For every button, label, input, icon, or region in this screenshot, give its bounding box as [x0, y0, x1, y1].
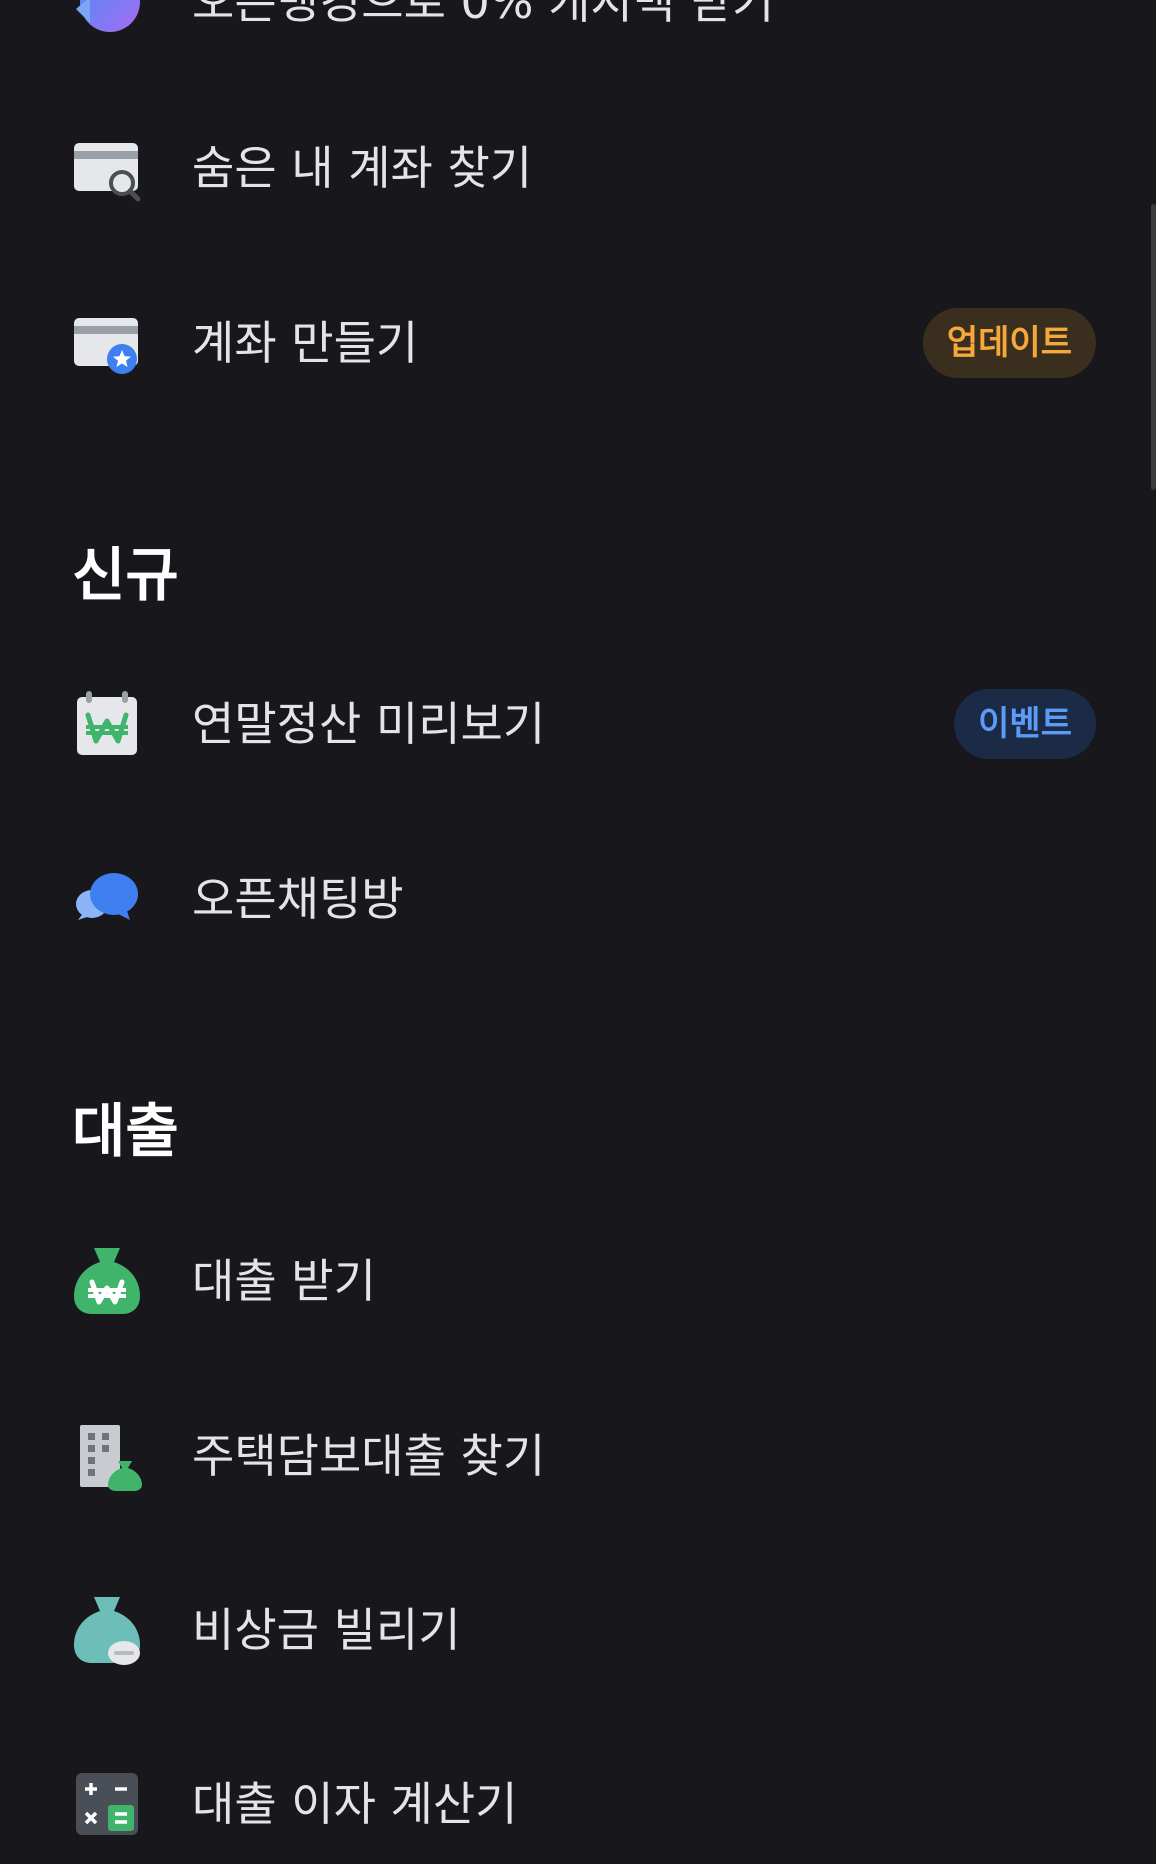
menu-item-open-chat[interactable]: 오픈채팅방	[0, 839, 1156, 959]
menu-item-cashback[interactable]: 오픈뱅킹으로 0% 캐시백 받기	[0, 0, 1156, 62]
section-title-loan: 대출	[72, 1097, 179, 1165]
menu-item-label: 대출 받기	[192, 1254, 376, 1308]
menu-item-tax-preview[interactable]: 연말정산 미리보기 이벤트	[0, 664, 1156, 784]
menu-item-label: 오픈채팅방	[192, 872, 404, 926]
menu-item-label: 대출 이자 계산기	[192, 1777, 518, 1831]
menu-item-label: 계좌 만들기	[192, 316, 419, 370]
tax-calendar-icon	[72, 689, 142, 759]
menu-item-interest-calculator[interactable]: 대출 이자 계산기	[0, 1744, 1156, 1864]
menu-item-label: 비상금 빌리기	[192, 1603, 461, 1657]
calculator-icon	[72, 1769, 142, 1839]
account-search-icon	[72, 133, 142, 203]
menu-item-get-loan[interactable]: 대출 받기	[0, 1221, 1156, 1341]
event-badge: 이벤트	[954, 689, 1096, 759]
money-bag-icon	[72, 1246, 142, 1316]
emergency-bag-icon	[72, 1595, 142, 1665]
menu-item-mortgage[interactable]: 주택담보대출 찾기	[0, 1396, 1156, 1516]
menu-item-label: 오픈뱅킹으로 0% 캐시백 받기	[192, 0, 775, 29]
cashback-icon	[72, 0, 142, 37]
menu-item-label: 연말정산 미리보기	[192, 697, 546, 751]
chat-bubbles-icon	[72, 864, 142, 934]
menu-item-find-hidden-account[interactable]: 숨은 내 계좌 찾기	[0, 108, 1156, 228]
menu-item-emergency-loan[interactable]: 비상금 빌리기	[0, 1570, 1156, 1690]
account-create-icon	[72, 308, 142, 378]
menu-item-label: 숨은 내 계좌 찾기	[192, 141, 533, 195]
building-loan-icon	[72, 1421, 142, 1491]
section-title-new: 신규	[72, 541, 179, 609]
menu-item-label: 주택담보대출 찾기	[192, 1429, 546, 1483]
update-badge: 업데이트	[922, 308, 1096, 378]
menu-item-create-account[interactable]: 계좌 만들기 업데이트	[0, 283, 1156, 403]
